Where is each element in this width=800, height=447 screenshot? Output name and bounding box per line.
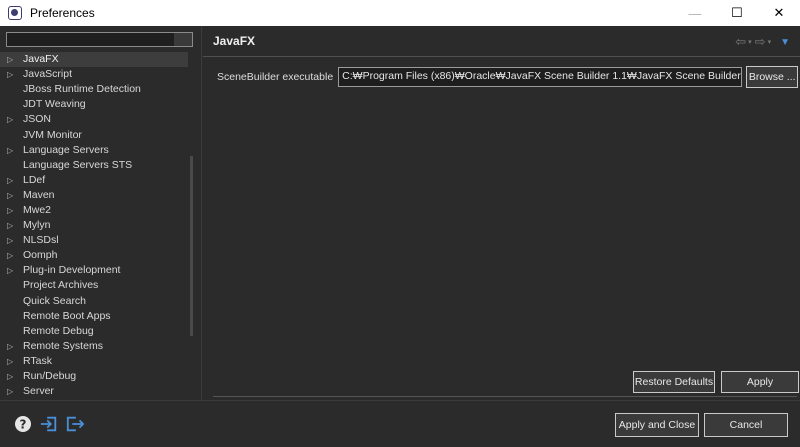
tree-item[interactable]: ▷ Maven bbox=[0, 188, 202, 203]
tree-item-label: Run/Debug bbox=[23, 370, 77, 383]
tree-item-label: Remote Boot Apps bbox=[23, 309, 111, 322]
header-divider bbox=[203, 56, 800, 57]
scenebuilder-row: SceneBuilder executable C:₩Program Files… bbox=[217, 66, 799, 88]
window-controls: — ☐ ✕ bbox=[674, 0, 800, 26]
tree-item[interactable]: ▷ Oomph bbox=[0, 248, 202, 263]
scenebuilder-path-field[interactable]: C:₩Program Files (x86)₩Oracle₩JavaFX Sce… bbox=[338, 67, 743, 87]
page-title: JavaFX bbox=[213, 34, 256, 48]
browse-button[interactable]: Browse ... bbox=[746, 66, 799, 88]
expand-arrow-icon[interactable]: ▷ bbox=[0, 369, 23, 384]
tree-scrollbar[interactable] bbox=[190, 156, 193, 336]
filter-clear-area bbox=[174, 33, 192, 46]
tree-item-label: Plug-in Development bbox=[23, 264, 121, 277]
tree-item-label: Language Servers STS bbox=[23, 158, 133, 171]
footer-icons: ? bbox=[14, 415, 84, 433]
expand-arrow-icon[interactable]: ▷ bbox=[0, 354, 23, 369]
expand-arrow-icon[interactable]: ▷ bbox=[0, 112, 23, 127]
tree-item[interactable]: JVM Monitor bbox=[0, 127, 202, 142]
tree-item-label: Project Archives bbox=[23, 279, 99, 292]
tree-item-label: JBoss Runtime Detection bbox=[23, 83, 141, 96]
tree-item[interactable]: JBoss Runtime Detection bbox=[0, 82, 202, 97]
apply-and-close-button[interactable]: Apply and Close bbox=[615, 413, 699, 437]
tree-item-label: Server bbox=[23, 385, 54, 398]
expand-arrow-icon[interactable]: ▷ bbox=[0, 233, 23, 248]
bottom-divider bbox=[213, 396, 797, 397]
tree-item-label: Quick Search bbox=[23, 294, 87, 307]
help-icon[interactable]: ? bbox=[14, 415, 32, 433]
tree-item-label: Mylyn bbox=[23, 219, 51, 232]
maximize-button[interactable]: ☐ bbox=[716, 0, 758, 26]
tree-item[interactable]: ▷ JavaScript bbox=[0, 67, 202, 82]
tree-item[interactable]: ▷ Server bbox=[0, 384, 202, 399]
apply-button[interactable]: Apply bbox=[721, 371, 799, 393]
forward-dropdown-icon[interactable]: ▾ bbox=[768, 38, 772, 46]
export-icon[interactable] bbox=[66, 415, 84, 433]
tree-item[interactable]: ▷ Language Servers bbox=[0, 143, 202, 158]
tree-item-label: Mwe2 bbox=[23, 203, 52, 216]
tree-item[interactable]: Language Servers STS bbox=[0, 158, 202, 173]
expand-arrow-icon[interactable]: ▷ bbox=[0, 188, 23, 203]
close-button[interactable]: ✕ bbox=[758, 0, 800, 26]
tree-item[interactable]: ▷ Mwe2 bbox=[0, 203, 202, 218]
tree-item[interactable]: Project Archives bbox=[0, 278, 202, 293]
expand-arrow-icon[interactable]: ▷ bbox=[0, 203, 23, 218]
tree-item-label: JVM Monitor bbox=[23, 128, 82, 141]
expand-arrow-icon[interactable]: ▷ bbox=[0, 339, 23, 354]
import-icon[interactable] bbox=[40, 415, 58, 433]
minimize-button[interactable]: — bbox=[674, 0, 716, 26]
tree-item-label: RTask bbox=[23, 354, 52, 367]
tree-item-label: NLSDsl bbox=[23, 234, 59, 247]
forward-arrow-icon[interactable]: ⇨ bbox=[755, 34, 766, 50]
tree-item[interactable]: ▷ Run/Debug bbox=[0, 369, 202, 384]
expand-arrow-icon[interactable]: ▷ bbox=[0, 263, 23, 278]
tree-item[interactable]: ▷ Mylyn bbox=[0, 218, 202, 233]
expand-arrow-icon[interactable]: ▷ bbox=[0, 248, 23, 263]
tree-item[interactable]: ▷ NLSDsl bbox=[0, 233, 202, 248]
back-arrow-icon[interactable]: ⇦ bbox=[735, 34, 746, 50]
window-title: Preferences bbox=[30, 6, 95, 20]
tree-item[interactable]: JDT Weaving bbox=[0, 97, 202, 112]
expand-arrow-icon[interactable]: ▷ bbox=[0, 67, 23, 82]
preferences-tree: ▷ JavaFX ▷ JavaScript JBoss Runtime Detectio… bbox=[0, 52, 202, 399]
tree-item[interactable]: Quick Search bbox=[0, 294, 202, 309]
eclipse-icon bbox=[8, 6, 22, 20]
tree-item-label: Oomph bbox=[23, 249, 58, 262]
tree-item-label: Remote Systems bbox=[23, 339, 103, 352]
tree-item[interactable]: Remote Boot Apps bbox=[0, 309, 202, 324]
tree-item-label: Language Servers bbox=[23, 143, 109, 156]
back-dropdown-icon[interactable]: ▾ bbox=[748, 38, 752, 46]
dialog-footer: ? Apply and Close Cancel bbox=[0, 400, 800, 447]
page-header: JavaFX ⇦ ▾ ⇨ ▾ ▼ bbox=[203, 26, 800, 56]
tree-item-label: JavaFX bbox=[23, 53, 59, 66]
page-navigation: ⇦ ▾ ⇨ ▾ ▼ bbox=[735, 34, 790, 50]
tree-item[interactable]: ▷ RTask bbox=[0, 354, 202, 369]
tree-item[interactable]: ▷ JavaFX bbox=[0, 52, 188, 68]
tree-item[interactable]: Remote Debug bbox=[0, 324, 202, 339]
tree-item-label: JDT Weaving bbox=[23, 98, 86, 111]
tree-item-label: JavaScript bbox=[23, 68, 73, 81]
tree-item[interactable]: ▷ JSON bbox=[0, 112, 202, 127]
scenebuilder-label: SceneBuilder executable bbox=[217, 71, 334, 83]
expand-arrow-icon[interactable]: ▷ bbox=[0, 384, 23, 399]
tree-item-label: JSON bbox=[23, 113, 52, 126]
expand-arrow-icon[interactable]: ▷ bbox=[0, 143, 23, 158]
cancel-button[interactable]: Cancel bbox=[704, 413, 788, 437]
tree-item-label: Remote Debug bbox=[23, 324, 94, 337]
preferences-tree-pane: ▷ JavaFX ▷ JavaScript JBoss Runtime Detectio… bbox=[0, 26, 202, 400]
tree-item[interactable]: ▷ Plug-in Development bbox=[0, 263, 202, 278]
tree-item[interactable]: ▷ Remote Systems bbox=[0, 339, 202, 354]
expand-arrow-icon[interactable]: ▷ bbox=[0, 218, 23, 233]
page-buttons: Restore Defaults Apply bbox=[633, 371, 799, 393]
view-menu-icon[interactable]: ▼ bbox=[780, 37, 790, 48]
tree-item-label: Maven bbox=[23, 188, 55, 201]
filter-input[interactable] bbox=[6, 32, 193, 47]
title-bar: Preferences — ☐ ✕ bbox=[0, 0, 800, 26]
preference-page: JavaFX ⇦ ▾ ⇨ ▾ ▼ SceneBuilder executable… bbox=[203, 26, 800, 400]
expand-arrow-icon[interactable]: ▷ bbox=[0, 52, 23, 67]
expand-arrow-icon[interactable]: ▷ bbox=[0, 173, 23, 188]
svg-text:?: ? bbox=[20, 418, 27, 432]
restore-defaults-button[interactable]: Restore Defaults bbox=[633, 371, 715, 393]
tree-item[interactable]: ▷ LDef bbox=[0, 173, 202, 188]
tree-item-label: LDef bbox=[23, 173, 46, 186]
